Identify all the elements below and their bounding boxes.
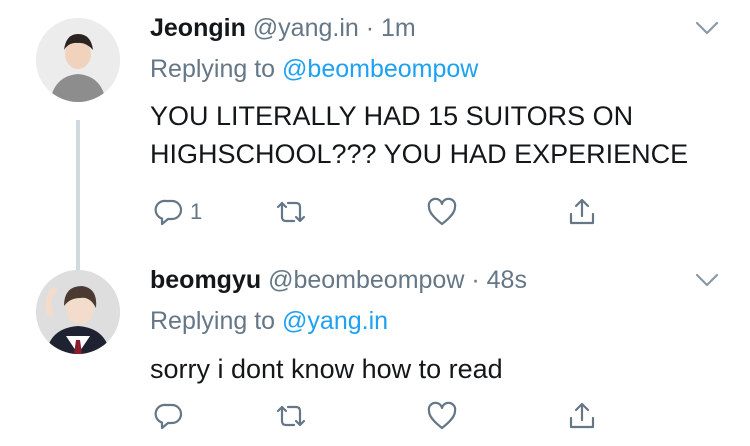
like-button[interactable] — [426, 396, 458, 436]
replying-to: Replying to @beombeompow — [150, 55, 478, 84]
like-button[interactable] — [426, 192, 458, 232]
share-icon — [569, 402, 595, 429]
reply-button[interactable]: 1 — [154, 192, 202, 232]
mention-link[interactable]: @beombeompow — [282, 55, 478, 83]
reply-button[interactable] — [154, 396, 190, 436]
user-handle[interactable]: @beombeompow — [268, 266, 464, 294]
tweet-text-line: HIGHSCHOOL??? YOU HAD EXPERIENCE — [150, 139, 689, 169]
avatar-image — [36, 270, 120, 354]
heart-icon — [427, 401, 457, 430]
tweet-header: Jeongin @yang.in · 1m — [150, 14, 416, 43]
separator-dot: · — [471, 266, 480, 294]
retweet-icon — [276, 201, 306, 223]
mention-link[interactable]: @yang.in — [282, 307, 388, 335]
chevron-down-icon[interactable] — [694, 18, 720, 38]
separator-dot: · — [365, 14, 375, 42]
replying-label: Replying to — [150, 307, 276, 335]
reply-icon — [154, 403, 183, 430]
tweet-text-line: YOU LITERALLY HAD 15 SUITORS ON — [150, 101, 634, 131]
share-button[interactable] — [566, 192, 598, 232]
retweet-button[interactable] — [274, 396, 308, 436]
display-name[interactable]: Jeongin — [150, 14, 246, 42]
share-button[interactable] — [566, 396, 598, 436]
avatar[interactable] — [36, 270, 120, 354]
tweet-text: YOU LITERALLY HAD 15 SUITORS ON HIGHSCHO… — [150, 97, 688, 173]
tweet-beomgyu[interactable]: beomgyu @beombeompow · 48s Replying to @… — [0, 248, 750, 446]
tweet-jeongin[interactable]: Jeongin @yang.in · 1m Replying to @beomb… — [0, 0, 750, 270]
tweet-text: sorry i dont know how to read — [150, 350, 503, 388]
user-handle[interactable]: @yang.in — [253, 14, 359, 42]
chevron-down-icon[interactable] — [694, 270, 720, 290]
retweet-button[interactable] — [274, 192, 308, 232]
heart-icon — [427, 197, 457, 226]
reply-count: 1 — [190, 199, 203, 224]
timestamp[interactable]: 1m — [381, 14, 416, 42]
action-bar — [150, 396, 610, 436]
retweet-icon — [276, 405, 306, 427]
replying-to: Replying to @yang.in — [150, 307, 388, 336]
replying-label: Replying to — [150, 55, 276, 83]
share-icon — [569, 198, 595, 225]
avatar[interactable] — [36, 18, 120, 102]
reply-icon — [154, 199, 183, 226]
avatar-image — [36, 18, 120, 102]
tweet-text-line: sorry i dont know how to read — [150, 354, 503, 384]
action-bar: 1 — [150, 192, 610, 232]
timestamp[interactable]: 48s — [487, 266, 527, 294]
display-name[interactable]: beomgyu — [150, 266, 261, 294]
tweet-header: beomgyu @beombeompow · 48s — [150, 266, 527, 295]
